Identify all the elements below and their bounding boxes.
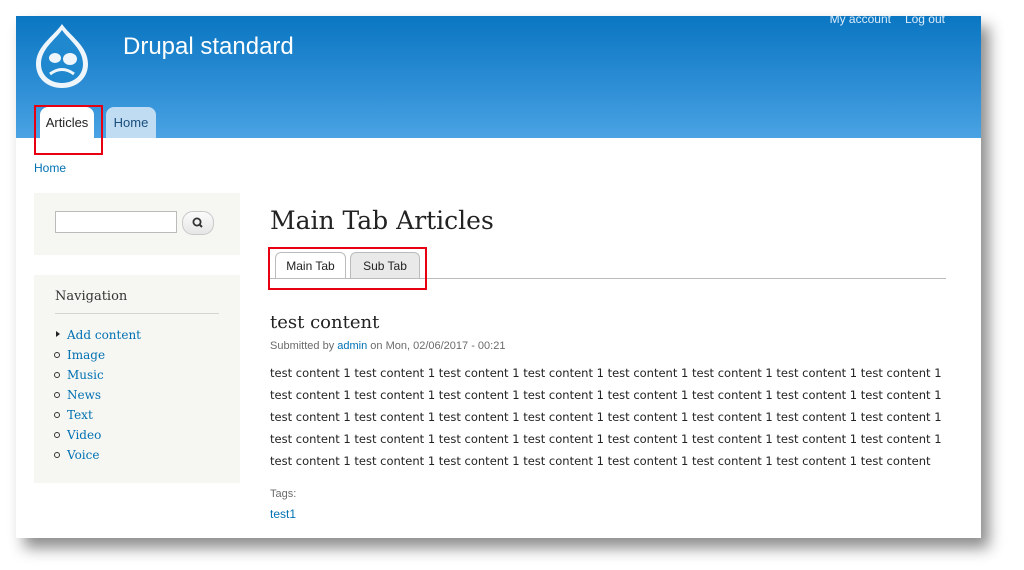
search-input[interactable] — [55, 211, 177, 233]
body-line: test content 1 test content 1 test conte… — [270, 388, 942, 402]
my-account-link[interactable]: My account — [830, 16, 891, 26]
search-icon — [192, 217, 203, 228]
collapsed-arrow-icon — [56, 331, 60, 337]
bullet-icon — [54, 432, 60, 438]
nav-item-label: Video — [67, 428, 102, 442]
nav-item-music[interactable]: Music — [54, 367, 141, 387]
nav-item-add-content[interactable]: Add content — [54, 327, 141, 347]
submitted-prefix: Submitted by — [270, 340, 335, 352]
body-line: test content 1 test content 1 test conte… — [270, 366, 942, 380]
navigation-block: Navigation Add content Image Music News … — [34, 275, 240, 483]
node-title[interactable]: test content — [270, 312, 379, 333]
drupal-drop-icon[interactable] — [32, 22, 92, 90]
nav-item-text[interactable]: Text — [54, 407, 141, 427]
nav-item-label: Text — [67, 408, 93, 422]
highlight-box-page-tabs — [268, 247, 427, 290]
logout-link[interactable]: Log out — [905, 16, 945, 26]
bullet-icon — [54, 352, 60, 358]
secondary-menu: My account Log out — [816, 16, 945, 26]
tag-link[interactable]: test1 — [270, 507, 296, 521]
body-line: test content 1 test content 1 test conte… — [270, 410, 942, 424]
search-button[interactable] — [182, 211, 214, 235]
tab-home[interactable]: Home — [106, 107, 156, 138]
navigation-title: Navigation — [55, 289, 128, 304]
page: Drupal standard My account Log out Articl… — [16, 16, 981, 538]
search-block — [34, 193, 240, 255]
bullet-icon — [54, 452, 60, 458]
submitted-info: Submitted by admin on Mon, 02/06/2017 - … — [270, 340, 505, 352]
body-line: test content 1 test content 1 test conte… — [270, 432, 942, 446]
bullet-icon — [54, 412, 60, 418]
highlight-box-articles-tab — [34, 105, 103, 155]
nav-item-video[interactable]: Video — [54, 427, 141, 447]
nav-item-label: Add content — [67, 328, 141, 342]
node-body: test content 1 test content 1 test conte… — [270, 362, 950, 472]
nav-item-voice[interactable]: Voice — [54, 447, 141, 467]
navigation-divider — [55, 313, 219, 314]
nav-item-label: Music — [67, 368, 104, 382]
bullet-icon — [54, 372, 60, 378]
nav-item-label: Voice — [67, 448, 100, 462]
header: Drupal standard My account Log out Articl… — [16, 16, 981, 138]
nav-item-label: News — [67, 388, 102, 402]
tags-label: Tags: — [270, 488, 297, 500]
submitted-date: on Mon, 02/06/2017 - 00:21 — [370, 340, 506, 352]
author-link[interactable]: admin — [337, 340, 367, 352]
nav-item-label: Image — [67, 348, 106, 362]
navigation-menu: Add content Image Music News Text Video … — [54, 327, 141, 467]
nav-item-image[interactable]: Image — [54, 347, 141, 367]
page-title: Main Tab Articles — [270, 206, 494, 235]
bullet-icon — [54, 392, 60, 398]
body-line: test content 1 test content 1 test conte… — [270, 454, 931, 468]
nav-item-news[interactable]: News — [54, 387, 141, 407]
site-name[interactable]: Drupal standard — [123, 33, 294, 61]
breadcrumb[interactable]: Home — [34, 161, 66, 175]
